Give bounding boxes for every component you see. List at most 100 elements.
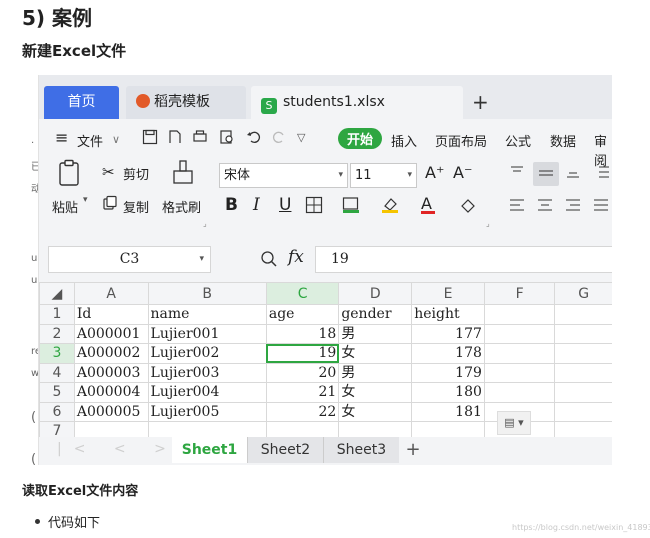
cell[interactable]: Lujier002	[147, 343, 267, 364]
cell[interactable]: 男	[338, 362, 413, 383]
font-group-expander-icon[interactable]: ⌟	[486, 219, 490, 228]
cell[interactable]: 179	[411, 362, 485, 383]
align-right-icon[interactable]	[565, 198, 581, 216]
cell[interactable]	[554, 382, 612, 403]
tab-home[interactable]: 首页	[44, 86, 119, 119]
cell[interactable]: 男	[338, 323, 413, 344]
cell[interactable]	[483, 382, 556, 403]
quick-access-dropdown-icon[interactable]: ▽	[297, 131, 305, 144]
align-middle-icon[interactable]	[533, 162, 559, 186]
tab-file[interactable]: Sstudents1.xlsx	[251, 86, 463, 119]
menu-file[interactable]: 文件	[77, 131, 103, 150]
save-icon[interactable]	[142, 129, 158, 149]
cell[interactable]: 21	[265, 382, 340, 403]
cell[interactable]	[483, 362, 556, 383]
menu-data[interactable]: 数据	[550, 131, 576, 150]
cell[interactable]: 181	[411, 401, 485, 422]
cell[interactable]: 22	[265, 401, 340, 422]
new-tab-button[interactable]: +	[472, 89, 489, 115]
cell[interactable]: A000002	[73, 343, 149, 364]
cell[interactable]: 女	[338, 343, 413, 364]
font-size-select[interactable]: 11 ▾	[350, 163, 417, 188]
cell[interactable]: gender	[338, 304, 413, 325]
function-icon[interactable]: fx	[288, 247, 304, 267]
hamburger-icon[interactable]: ≡	[55, 128, 68, 147]
cell[interactable]: 女	[338, 401, 413, 422]
column-header[interactable]: F	[483, 282, 556, 305]
tab-template[interactable]: 稻壳模板	[126, 86, 246, 119]
row-header[interactable]: 3	[39, 343, 75, 364]
print-icon[interactable]	[192, 129, 208, 149]
row-header[interactable]: 6	[39, 401, 75, 422]
cell[interactable]: 177	[411, 323, 485, 344]
copy-icon[interactable]	[102, 195, 118, 215]
cell[interactable]: A000003	[73, 362, 149, 383]
cell[interactable]: A000001	[73, 323, 149, 344]
redo-icon[interactable]	[271, 129, 287, 149]
export-pdf-icon[interactable]	[167, 129, 183, 149]
column-header[interactable]: D	[338, 282, 413, 305]
add-sheet-button[interactable]: +	[403, 437, 423, 463]
cell[interactable]	[554, 362, 612, 383]
select-all-corner[interactable]: ◢	[39, 282, 75, 305]
italic-button[interactable]: I	[253, 195, 260, 215]
cell[interactable]: height	[411, 304, 485, 325]
paste-options-icon[interactable]: ▤ ▾	[497, 411, 531, 435]
print-preview-icon[interactable]	[219, 129, 235, 149]
cut-label[interactable]: 剪切	[123, 164, 149, 183]
cell[interactable]	[483, 304, 556, 325]
align-bottom-icon[interactable]	[565, 165, 581, 183]
sheet-tab-1[interactable]: Sheet1	[172, 437, 247, 463]
column-header[interactable]: C	[265, 282, 340, 305]
row-header[interactable]: 5	[39, 382, 75, 403]
cell[interactable]: A000005	[73, 401, 149, 422]
cell[interactable]: Lujier005	[147, 401, 267, 422]
font-name-select[interactable]: 宋体 ▾	[219, 163, 348, 188]
grow-font-icon[interactable]: A⁺	[425, 163, 444, 182]
align-left-icon[interactable]	[509, 198, 525, 216]
cell[interactable]: Lujier004	[147, 382, 267, 403]
cell[interactable]: age	[265, 304, 340, 325]
column-header[interactable]: E	[411, 282, 485, 305]
active-cell[interactable]: 19	[265, 343, 340, 364]
cell[interactable]: Lujier001	[147, 323, 267, 344]
fill-color-icon[interactable]	[342, 196, 360, 218]
cell[interactable]: 女	[338, 382, 413, 403]
cell[interactable]: 18	[265, 323, 340, 344]
column-header[interactable]: A	[73, 282, 149, 305]
font-color-icon[interactable]: A	[421, 194, 435, 214]
format-painter-label[interactable]: 格式刷	[162, 197, 201, 216]
cell[interactable]: Id	[73, 304, 149, 325]
sheet-tab-3[interactable]: Sheet3	[323, 437, 399, 463]
cell[interactable]: A000004	[73, 382, 149, 403]
menu-start[interactable]: 开始	[338, 128, 383, 149]
cell[interactable]: name	[147, 304, 267, 325]
paste-label[interactable]: 粘贴	[52, 197, 78, 216]
cell[interactable]	[554, 401, 612, 422]
menu-formula[interactable]: 公式	[505, 131, 531, 150]
cell[interactable]	[554, 323, 612, 344]
bold-button[interactable]: B	[225, 195, 238, 215]
clipboard-group-expander-icon[interactable]: ⌟	[203, 219, 207, 228]
cell[interactable]: 178	[411, 343, 485, 364]
row-header[interactable]: 4	[39, 362, 75, 383]
align-top-icon[interactable]	[509, 165, 525, 183]
shrink-font-icon[interactable]: A⁻	[453, 163, 472, 182]
cell[interactable]	[554, 304, 612, 325]
cell[interactable]	[554, 343, 612, 364]
menu-insert[interactable]: 插入	[391, 131, 417, 150]
highlight-icon[interactable]	[381, 196, 399, 218]
chevron-down-icon[interactable]: ∨	[112, 133, 120, 146]
clear-format-icon[interactable]	[459, 196, 477, 218]
name-box[interactable]: C3 ▾	[48, 246, 211, 273]
scissors-icon[interactable]: ✂	[102, 163, 115, 181]
sheet-tab-2[interactable]: Sheet2	[247, 437, 323, 463]
underline-button[interactable]: U	[279, 195, 291, 215]
cell[interactable]: Lujier003	[147, 362, 267, 383]
format-painter-icon[interactable]	[172, 159, 194, 191]
cell[interactable]: 20	[265, 362, 340, 383]
align-center-icon[interactable]	[537, 198, 553, 216]
column-header[interactable]: G	[554, 282, 612, 305]
undo-icon[interactable]	[246, 129, 262, 149]
copy-label[interactable]: 复制	[123, 197, 149, 216]
